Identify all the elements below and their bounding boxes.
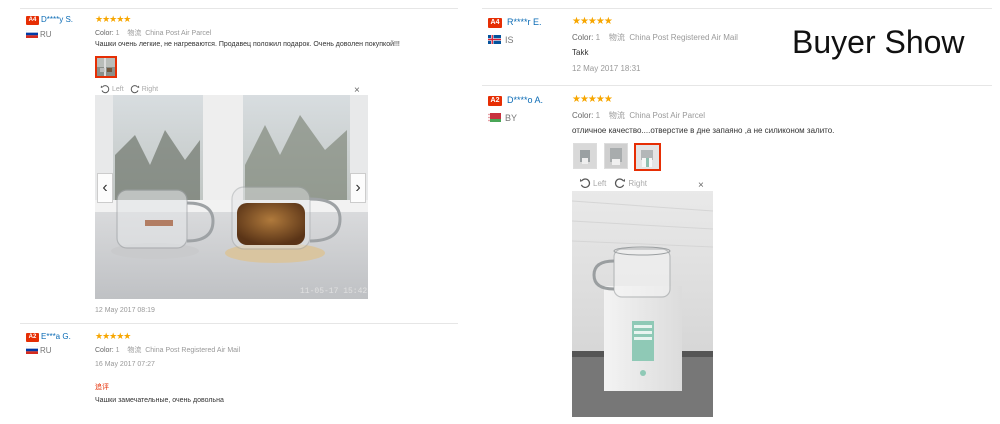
followup-text: Чашки замечательные, очень довольна bbox=[95, 397, 224, 404]
review-photo-thumbnail[interactable] bbox=[573, 143, 597, 169]
followup-label: 追评 bbox=[95, 384, 109, 391]
color-label: Color: bbox=[572, 33, 594, 42]
iceland-flag-icon bbox=[488, 35, 501, 44]
close-viewer-button[interactable]: × bbox=[698, 181, 704, 191]
buyer-country: BY bbox=[505, 113, 518, 123]
buyer-level-badge: A2 bbox=[26, 333, 39, 342]
review-photo-large bbox=[572, 191, 713, 417]
photo-timestamp: 11-05-17 15:42 bbox=[300, 287, 367, 296]
rating-stars: ★★★★★ bbox=[95, 331, 131, 341]
rotate-right-icon bbox=[130, 85, 139, 94]
shipping-label: 物流 bbox=[608, 33, 625, 42]
belarus-flag-icon bbox=[488, 113, 501, 122]
review-photo-thumbnail[interactable] bbox=[634, 143, 661, 171]
review-photo-large: 11-05-17 15:42 ‹ › bbox=[95, 95, 368, 299]
buyer-level-badge: A2 bbox=[488, 96, 502, 106]
order-info: Color: 1 物流 China Post Air Parcel bbox=[95, 28, 211, 38]
buyer-show-banner: Buyer Show bbox=[792, 24, 965, 60]
color-label: Color: bbox=[95, 30, 114, 37]
photo-viewer-toolbar: Left Right bbox=[100, 84, 158, 94]
order-info: Color: 1 物流 China Post Registered Air Ma… bbox=[572, 32, 738, 43]
divider bbox=[20, 8, 458, 9]
divider bbox=[482, 8, 992, 9]
cups-on-windowsill-photo: 11-05-17 15:42 bbox=[95, 95, 368, 299]
buyer-name[interactable]: E***a G. bbox=[41, 332, 71, 341]
divider bbox=[20, 323, 458, 324]
buyer-level-badge: A4 bbox=[26, 16, 39, 25]
review-date: 16 May 2017 07:27 bbox=[95, 361, 155, 368]
photo-thumbnail-icon bbox=[97, 58, 115, 76]
rotate-right-button[interactable]: Right bbox=[130, 84, 158, 94]
shipping-value: China Post Registered Air Mail bbox=[145, 347, 241, 354]
photo-viewer-toolbar: Left Right bbox=[579, 177, 647, 189]
review-text: Чашки очень легкие, не нагреваются. Прод… bbox=[95, 41, 400, 48]
color-value: 1 bbox=[115, 347, 120, 354]
color-label: Color: bbox=[572, 111, 594, 120]
shipping-value: China Post Air Parcel bbox=[145, 30, 212, 37]
buyer-name[interactable]: D****o A. bbox=[507, 95, 543, 105]
shipping-label: 物流 bbox=[127, 30, 142, 37]
review-date: 12 May 2017 18:31 bbox=[572, 64, 641, 73]
color-value: 1 bbox=[115, 30, 120, 37]
cup-on-box-photo bbox=[572, 191, 713, 417]
rating-stars: ★★★★★ bbox=[572, 16, 613, 27]
review-text: отличное качество....отверстие в дне зап… bbox=[572, 126, 835, 135]
next-photo-button[interactable]: › bbox=[350, 173, 366, 203]
rotate-left-icon bbox=[579, 178, 591, 189]
review-photo-thumbnail[interactable] bbox=[604, 143, 628, 169]
buyer-name[interactable]: R****r E. bbox=[507, 17, 542, 27]
russia-flag-icon bbox=[26, 346, 38, 354]
color-label: Color: bbox=[95, 347, 114, 354]
buyer-level-badge: A4 bbox=[488, 18, 502, 28]
rotate-left-label: Left bbox=[112, 85, 124, 93]
shipping-value: China Post Air Parcel bbox=[629, 111, 705, 120]
russia-flag-icon bbox=[26, 30, 38, 38]
color-value: 1 bbox=[595, 111, 601, 120]
review-date: 12 May 2017 08:19 bbox=[95, 307, 155, 314]
photo-thumbnail-icon bbox=[574, 144, 596, 168]
buyer-country: RU bbox=[40, 346, 52, 355]
rating-stars: ★★★★★ bbox=[572, 94, 613, 105]
rotate-left-button[interactable]: Left bbox=[579, 177, 606, 189]
buyer-name[interactable]: D****y S. bbox=[41, 15, 73, 24]
review-text: Takk bbox=[572, 48, 589, 57]
shipping-value: China Post Registered Air Mail bbox=[629, 33, 738, 42]
order-info: Color: 1 物流 China Post Air Parcel bbox=[572, 110, 705, 121]
buyer-country: IS bbox=[505, 35, 514, 45]
rotate-right-button[interactable]: Right bbox=[614, 177, 647, 189]
divider bbox=[482, 85, 992, 86]
rotate-left-button[interactable]: Left bbox=[100, 84, 124, 94]
photo-thumbnail-icon bbox=[605, 144, 627, 168]
color-value: 1 bbox=[595, 33, 601, 42]
shipping-label: 物流 bbox=[127, 347, 142, 354]
rotate-right-label: Right bbox=[628, 178, 648, 188]
rotate-right-icon bbox=[615, 178, 626, 189]
order-info: Color: 1 物流 China Post Registered Air Ma… bbox=[95, 345, 240, 355]
shipping-label: 物流 bbox=[608, 111, 625, 120]
buyer-country: RU bbox=[40, 30, 52, 39]
rating-stars: ★★★★★ bbox=[95, 14, 131, 24]
previous-photo-button[interactable]: ‹ bbox=[97, 173, 113, 203]
rotate-right-label: Right bbox=[141, 85, 159, 93]
rotate-left-label: Left bbox=[593, 178, 607, 188]
rotate-left-icon bbox=[100, 85, 110, 94]
review-photo-thumbnail[interactable] bbox=[95, 56, 117, 78]
photo-thumbnail-icon bbox=[636, 145, 659, 169]
